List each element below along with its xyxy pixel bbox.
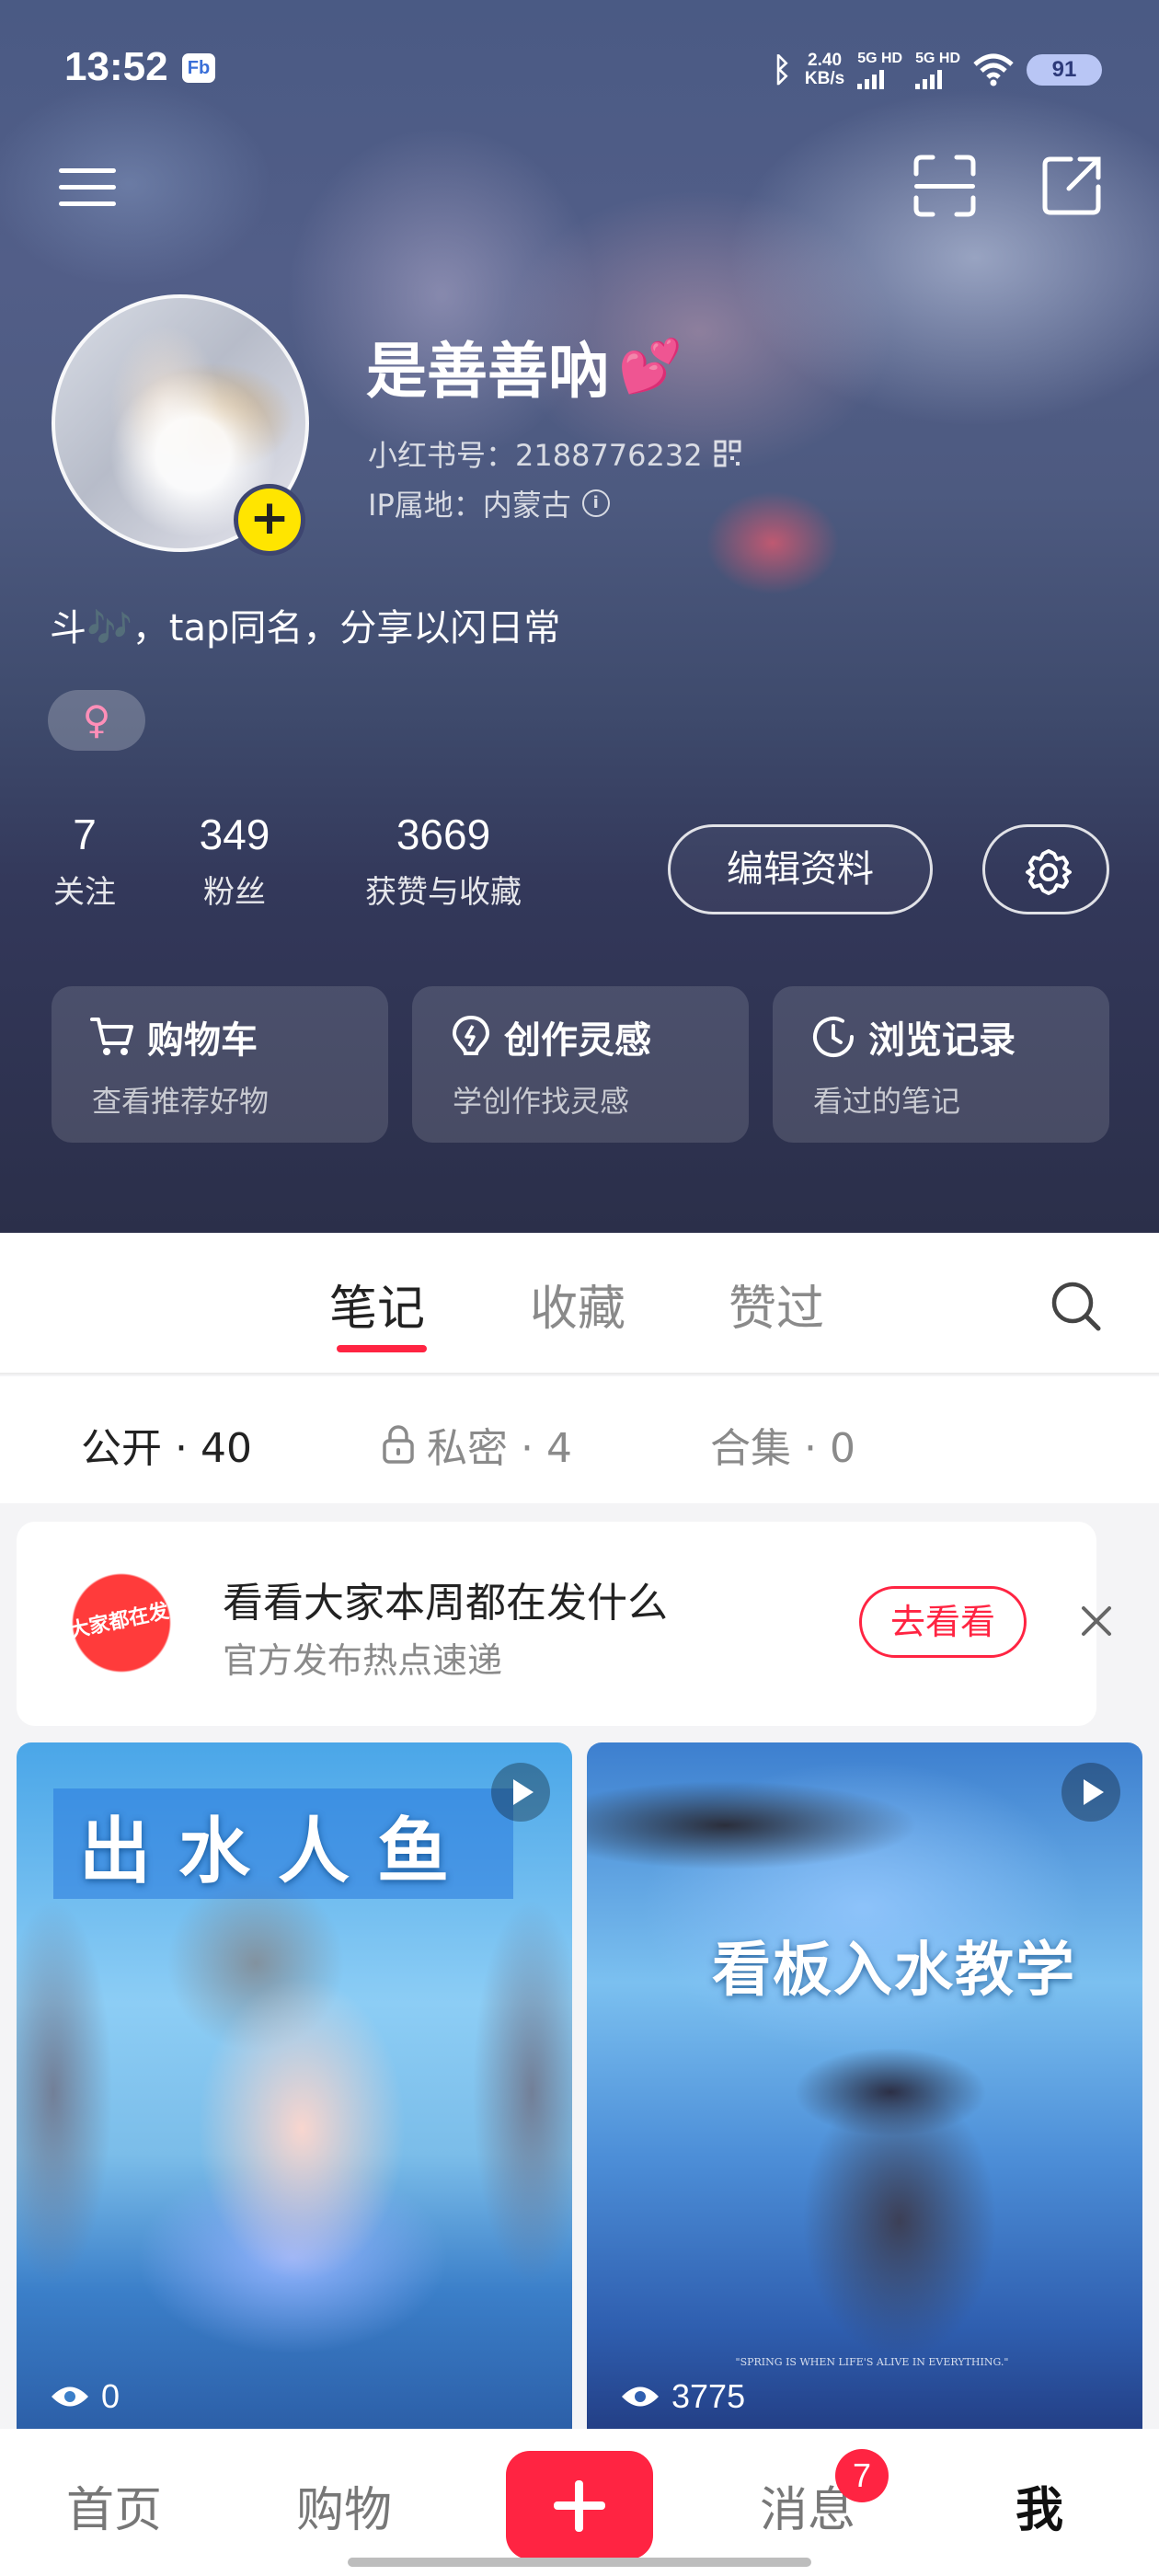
shortcut-history[interactable]: 浏览记录 看过的笔记 [773,986,1109,1143]
stat-following[interactable]: 7 关注 [48,810,121,912]
cart-icon [90,1018,133,1055]
gender-female-icon: ♀ [48,690,145,751]
promo-subtitle: 官方发布热点速递 [223,1640,503,1681]
scan-icon[interactable] [911,152,979,220]
shortcut-cart[interactable]: 购物车 查看推荐好物 [52,986,388,1143]
status-icons: ᛒ 2.40 KB/s 5G HD 5G HD 91 [772,48,1102,92]
bottom-nav: 首页 购物 消息 7 我 [0,2429,1159,2576]
video-play-icon [1061,1763,1120,1822]
tab-liked[interactable]: 赞过 [729,1270,824,1339]
eye-icon [622,2386,659,2407]
home-indicator[interactable] [348,2558,811,2567]
stat-followers[interactable]: 349 粉丝 [193,810,276,912]
video-play-icon [491,1763,550,1822]
qrcode-icon[interactable] [714,440,741,467]
note-title: 出水人鱼 [79,1810,477,1893]
network-speed: 2.40 KB/s [804,51,845,88]
promo-view-button[interactable]: 去看看 [859,1586,1027,1658]
tab-notes[interactable]: 笔记 [329,1270,425,1339]
promo-thumbnail: 大家都在发 [57,1558,186,1687]
nav-shopping[interactable]: 购物 [296,2471,392,2540]
bio: 斗🎶，tap同名，分享以闪日常 [50,607,561,650]
edit-profile-button[interactable]: 编辑资料 [668,824,933,914]
nickname: 是善善吶 💕 [366,336,683,407]
eye-icon [52,2386,88,2407]
subtab-public[interactable]: 公开 · 40 [81,1415,252,1474]
search-icon[interactable] [1047,1277,1106,1336]
profile-tabs: 笔记 收藏 赞过 [0,1233,1159,1374]
bulb-icon [452,1015,490,1055]
view-count: 3775 [620,2377,745,2416]
gear-icon [1026,849,1072,895]
shortcut-cards: 购物车 查看推荐好物 创作灵感 学创作找灵感 浏览记录 看过的笔记 [0,986,1159,1143]
messages-badge: 7 [835,2449,889,2502]
ip-location[interactable]: IP属地：内蒙古 i [368,482,610,524]
lock-icon [383,1425,414,1464]
nav-me[interactable]: 我 [1016,2471,1063,2540]
close-icon[interactable] [1074,1599,1119,1643]
subtab-albums[interactable]: 合集 · 0 [710,1415,855,1474]
tab-collections[interactable]: 收藏 [530,1270,625,1339]
stat-likes-collects[interactable]: 3669 获赞与收藏 [351,810,535,912]
profile-header: 13:52 Fb ᛒ 2.40 KB/s 5G HD 5G HD 91 + 是善… [0,0,1159,1233]
shortcut-inspiration[interactable]: 创作灵感 学创作找灵感 [412,986,749,1143]
wifi-icon [973,53,1014,86]
view-count: 0 [50,2377,120,2416]
note-quote: "SPRING IS WHEN LIFE'S ALIVE IN EVERYTHI… [735,2356,1009,2368]
battery-indicator: 91 [1027,54,1102,86]
note-card[interactable]: 出水人鱼 0 [17,1742,572,2429]
share-icon[interactable] [1038,152,1106,220]
promo-banner[interactable]: 大家都在发 看看大家本周都在发什么 官方发布热点速递 去看看 [17,1522,1111,1726]
menu-icon[interactable] [55,152,123,220]
red-id[interactable]: 小红书号：2188776232 [368,432,741,475]
clock-icon [813,1017,854,1057]
note-title: 看板入水教学 [712,1937,1076,2005]
active-tab-indicator [337,1345,427,1352]
subtab-private[interactable]: 私密 · 4 [381,1415,572,1474]
promo-title: 看看大家本周都在发什么 [223,1580,668,1627]
signal-sim1-icon: 5G HD [857,51,902,89]
note-card[interactable]: 看板入水教学 "SPRING IS WHEN LIFE'S ALIVE IN E… [587,1742,1142,2429]
bluetooth-icon: ᛒ [772,51,792,89]
nav-home[interactable]: 首页 [66,2471,162,2540]
settings-button[interactable] [982,824,1109,914]
signal-sim2-icon: 5G HD [915,51,960,89]
add-post-button[interactable] [506,2451,653,2559]
info-icon[interactable]: i [581,489,610,517]
app-notification-icon: Fb [182,53,215,83]
content-area: 笔记 收藏 赞过 公开 · 40 私密 · 4 合集 · 0 大家都在发 看看大… [0,1233,1159,2429]
status-bar: 13:52 Fb ᛒ 2.40 KB/s 5G HD 5G HD 91 [0,0,1159,138]
avatar-container[interactable]: + [52,294,309,556]
status-time: 13:52 [64,44,168,89]
add-avatar-icon[interactable]: + [234,484,305,556]
note-filter-tabs: 公开 · 40 私密 · 4 合集 · 0 [0,1376,1159,1503]
heart-emoji: 💕 [618,337,683,397]
